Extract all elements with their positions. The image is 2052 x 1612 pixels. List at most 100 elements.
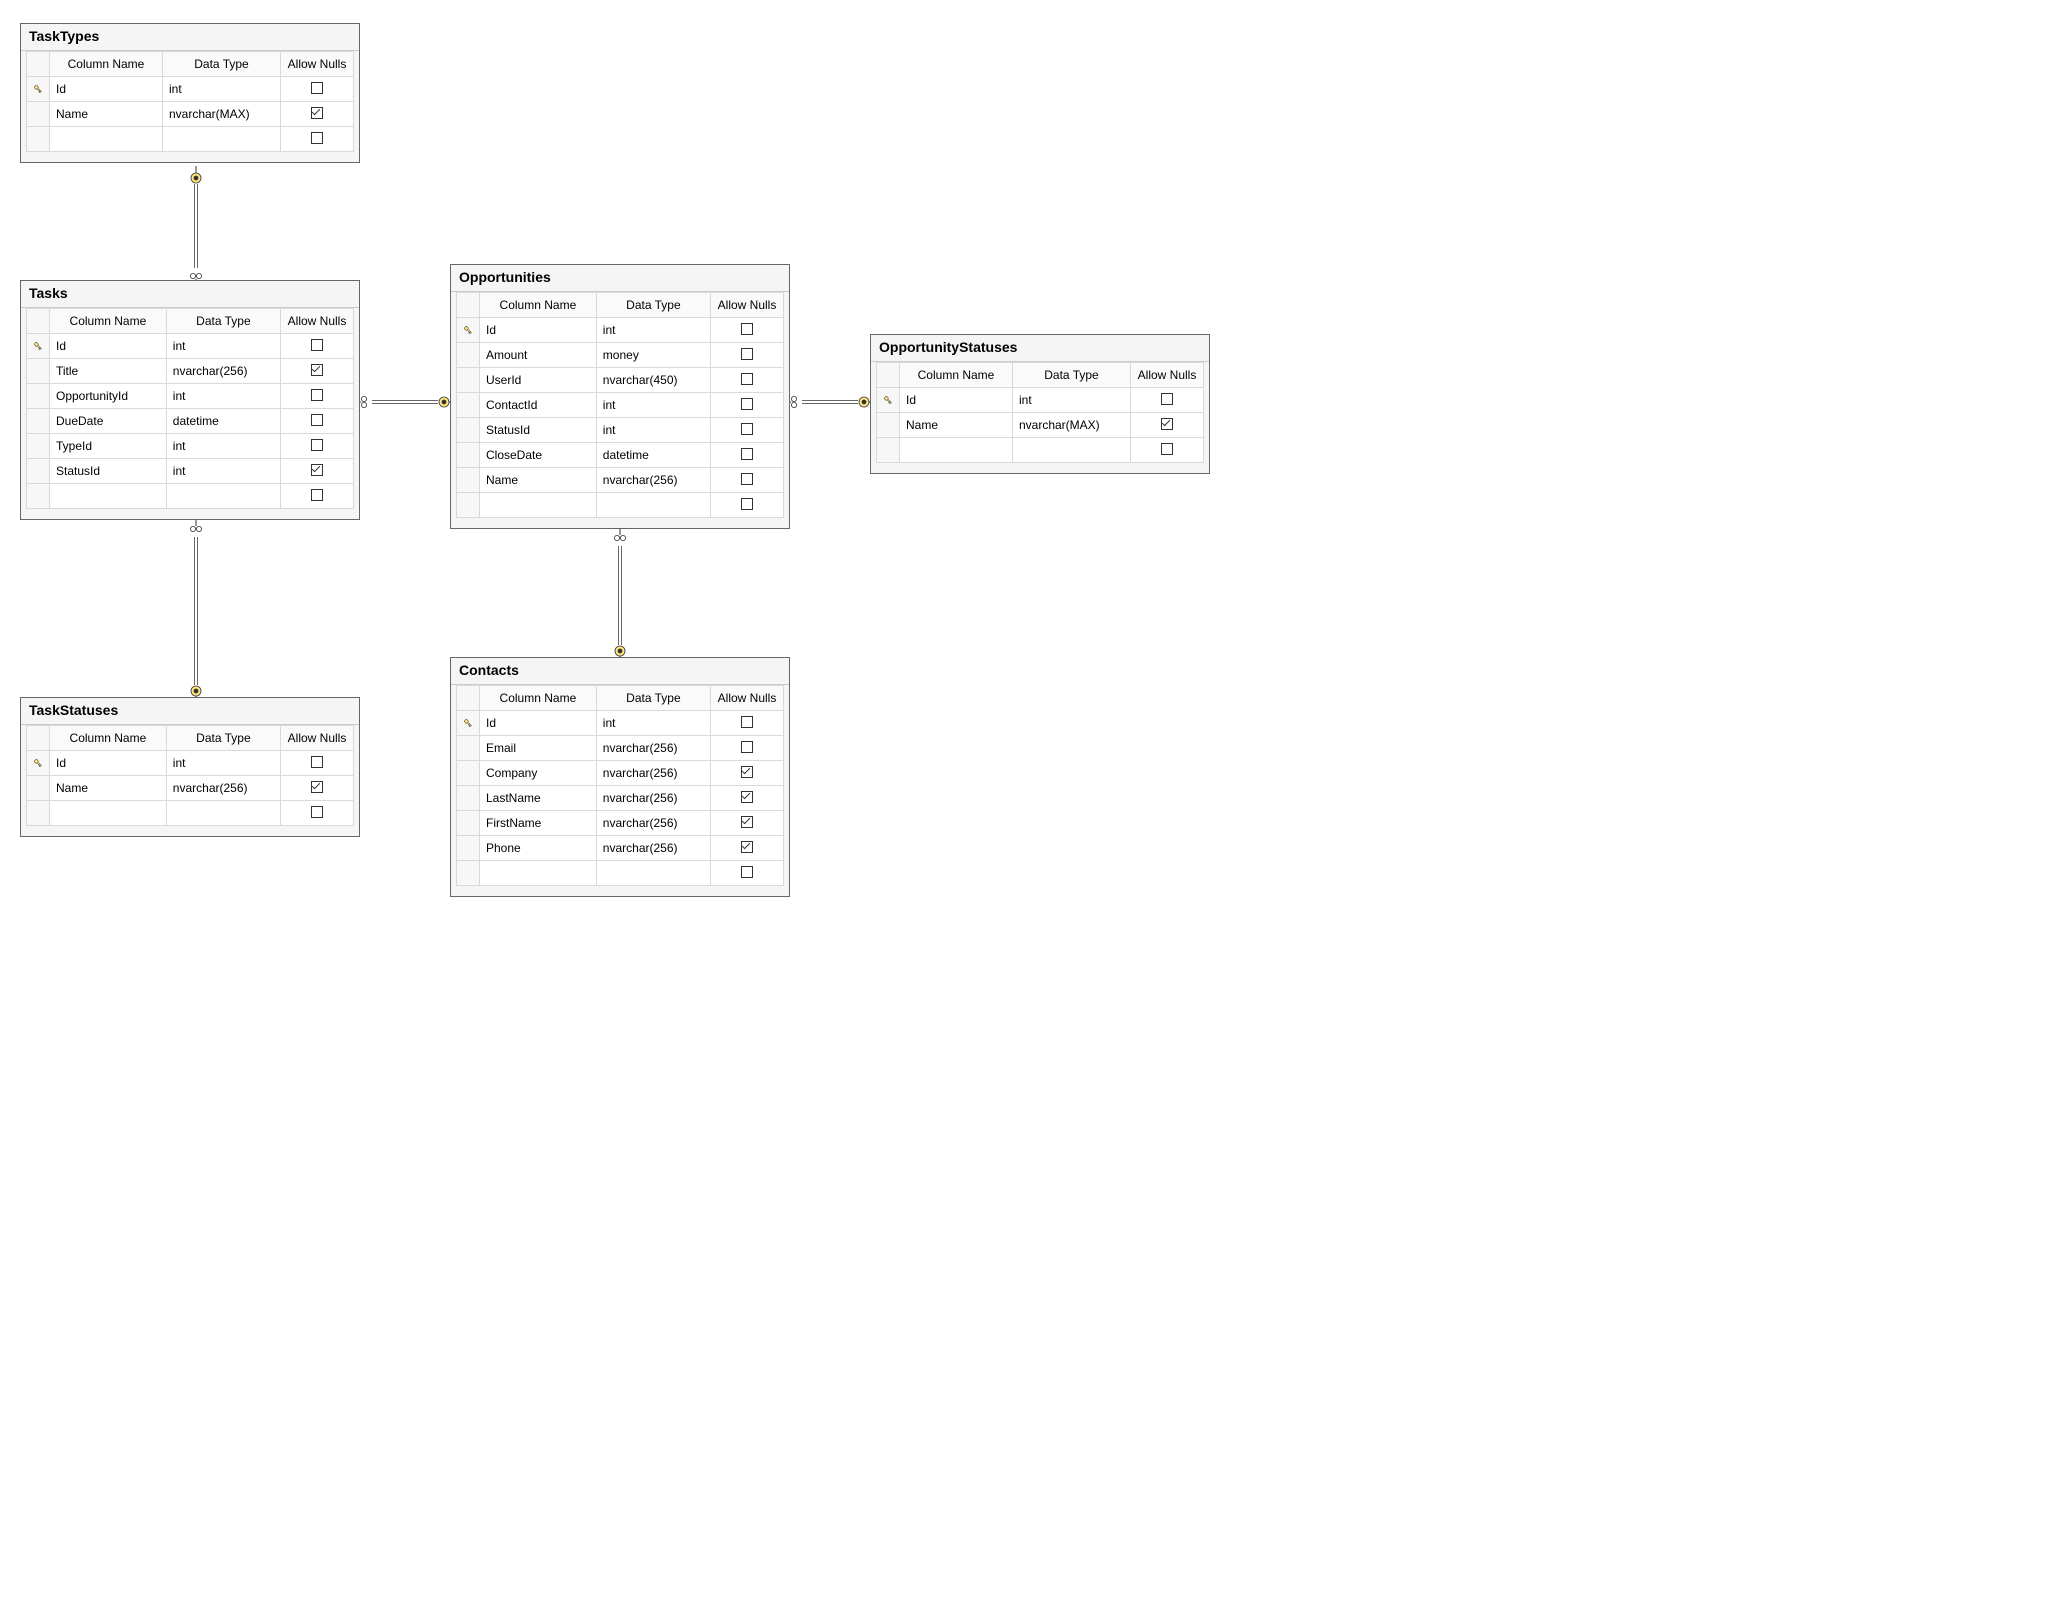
- allow-nulls-checkbox[interactable]: [311, 82, 323, 94]
- column-row[interactable]: [27, 127, 354, 152]
- allow-nulls-cell[interactable]: [281, 102, 354, 127]
- allow-nulls-cell[interactable]: [1131, 438, 1204, 463]
- allow-nulls-checkbox[interactable]: [741, 841, 753, 853]
- allow-nulls-checkbox[interactable]: [311, 132, 323, 144]
- column-row[interactable]: Namenvarchar(MAX): [877, 413, 1204, 438]
- allow-nulls-checkbox[interactable]: [1161, 418, 1173, 430]
- column-row[interactable]: Idint: [27, 77, 354, 102]
- allow-nulls-cell[interactable]: [711, 736, 784, 761]
- column-row[interactable]: Idint: [27, 751, 354, 776]
- allow-nulls-cell[interactable]: [711, 493, 784, 518]
- column-row[interactable]: FirstNamenvarchar(256): [457, 811, 784, 836]
- column-row[interactable]: Namenvarchar(256): [457, 468, 784, 493]
- column-row[interactable]: CloseDatedatetime: [457, 443, 784, 468]
- allow-nulls-checkbox[interactable]: [741, 373, 753, 385]
- column-row[interactable]: [457, 861, 784, 886]
- allow-nulls-cell[interactable]: [281, 459, 354, 484]
- column-row[interactable]: UserIdnvarchar(450): [457, 368, 784, 393]
- allow-nulls-cell[interactable]: [711, 368, 784, 393]
- column-row[interactable]: [27, 801, 354, 826]
- allow-nulls-cell[interactable]: [281, 751, 354, 776]
- column-row[interactable]: StatusIdint: [27, 459, 354, 484]
- allow-nulls-checkbox[interactable]: [311, 464, 323, 476]
- allow-nulls-cell[interactable]: [711, 761, 784, 786]
- allow-nulls-checkbox[interactable]: [741, 348, 753, 360]
- allow-nulls-cell[interactable]: [711, 443, 784, 468]
- column-row[interactable]: Namenvarchar(256): [27, 776, 354, 801]
- allow-nulls-cell[interactable]: [281, 77, 354, 102]
- allow-nulls-cell[interactable]: [711, 786, 784, 811]
- allow-nulls-checkbox[interactable]: [741, 716, 753, 728]
- allow-nulls-cell[interactable]: [711, 468, 784, 493]
- allow-nulls-checkbox[interactable]: [311, 489, 323, 501]
- allow-nulls-cell[interactable]: [711, 318, 784, 343]
- table-TaskTypes[interactable]: TaskTypesColumn NameData TypeAllow Nulls…: [20, 23, 360, 163]
- column-row[interactable]: [27, 484, 354, 509]
- column-row[interactable]: LastNamenvarchar(256): [457, 786, 784, 811]
- allow-nulls-cell[interactable]: [711, 811, 784, 836]
- allow-nulls-cell[interactable]: [281, 434, 354, 459]
- allow-nulls-checkbox[interactable]: [741, 766, 753, 778]
- allow-nulls-cell[interactable]: [711, 711, 784, 736]
- allow-nulls-checkbox[interactable]: [311, 389, 323, 401]
- allow-nulls-cell[interactable]: [711, 393, 784, 418]
- column-row[interactable]: DueDatedatetime: [27, 409, 354, 434]
- allow-nulls-checkbox[interactable]: [741, 866, 753, 878]
- column-row[interactable]: Idint: [457, 711, 784, 736]
- column-row[interactable]: Idint: [27, 334, 354, 359]
- column-row[interactable]: ContactIdint: [457, 393, 784, 418]
- table-Contacts[interactable]: ContactsColumn NameData TypeAllow NullsI…: [450, 657, 790, 897]
- allow-nulls-cell[interactable]: [281, 409, 354, 434]
- allow-nulls-checkbox[interactable]: [311, 439, 323, 451]
- allow-nulls-cell[interactable]: [711, 343, 784, 368]
- allow-nulls-checkbox[interactable]: [311, 806, 323, 818]
- allow-nulls-checkbox[interactable]: [741, 498, 753, 510]
- allow-nulls-checkbox[interactable]: [311, 414, 323, 426]
- allow-nulls-checkbox[interactable]: [741, 816, 753, 828]
- allow-nulls-checkbox[interactable]: [311, 364, 323, 376]
- allow-nulls-checkbox[interactable]: [741, 791, 753, 803]
- table-Opportunities[interactable]: OpportunitiesColumn NameData TypeAllow N…: [450, 264, 790, 529]
- allow-nulls-cell[interactable]: [281, 484, 354, 509]
- column-row[interactable]: Idint: [877, 388, 1204, 413]
- allow-nulls-cell[interactable]: [281, 334, 354, 359]
- allow-nulls-cell[interactable]: [711, 418, 784, 443]
- allow-nulls-cell[interactable]: [1131, 413, 1204, 438]
- allow-nulls-cell[interactable]: [711, 861, 784, 886]
- column-row[interactable]: Amountmoney: [457, 343, 784, 368]
- allow-nulls-checkbox[interactable]: [311, 781, 323, 793]
- allow-nulls-checkbox[interactable]: [311, 339, 323, 351]
- allow-nulls-checkbox[interactable]: [311, 756, 323, 768]
- allow-nulls-checkbox[interactable]: [311, 107, 323, 119]
- allow-nulls-checkbox[interactable]: [741, 323, 753, 335]
- column-row[interactable]: Emailnvarchar(256): [457, 736, 784, 761]
- allow-nulls-cell[interactable]: [1131, 388, 1204, 413]
- pk-cell: [457, 711, 480, 736]
- allow-nulls-cell[interactable]: [281, 359, 354, 384]
- allow-nulls-checkbox[interactable]: [741, 473, 753, 485]
- table-OpportunityStatuses[interactable]: OpportunityStatusesColumn NameData TypeA…: [870, 334, 1210, 474]
- column-row[interactable]: StatusIdint: [457, 418, 784, 443]
- allow-nulls-checkbox[interactable]: [1161, 393, 1173, 405]
- column-row[interactable]: Idint: [457, 318, 784, 343]
- table-TaskStatuses[interactable]: TaskStatusesColumn NameData TypeAllow Nu…: [20, 697, 360, 837]
- table-Tasks[interactable]: TasksColumn NameData TypeAllow NullsIdin…: [20, 280, 360, 520]
- allow-nulls-checkbox[interactable]: [741, 448, 753, 460]
- allow-nulls-cell[interactable]: [281, 776, 354, 801]
- column-row[interactable]: Companynvarchar(256): [457, 761, 784, 786]
- allow-nulls-cell[interactable]: [281, 801, 354, 826]
- column-row[interactable]: OpportunityIdint: [27, 384, 354, 409]
- allow-nulls-checkbox[interactable]: [741, 398, 753, 410]
- allow-nulls-cell[interactable]: [281, 127, 354, 152]
- allow-nulls-checkbox[interactable]: [741, 741, 753, 753]
- column-row[interactable]: [877, 438, 1204, 463]
- column-row[interactable]: Phonenvarchar(256): [457, 836, 784, 861]
- allow-nulls-checkbox[interactable]: [1161, 443, 1173, 455]
- column-row[interactable]: [457, 493, 784, 518]
- allow-nulls-checkbox[interactable]: [741, 423, 753, 435]
- column-row[interactable]: TypeIdint: [27, 434, 354, 459]
- allow-nulls-cell[interactable]: [711, 836, 784, 861]
- column-row[interactable]: Titlenvarchar(256): [27, 359, 354, 384]
- allow-nulls-cell[interactable]: [281, 384, 354, 409]
- column-row[interactable]: Namenvarchar(MAX): [27, 102, 354, 127]
